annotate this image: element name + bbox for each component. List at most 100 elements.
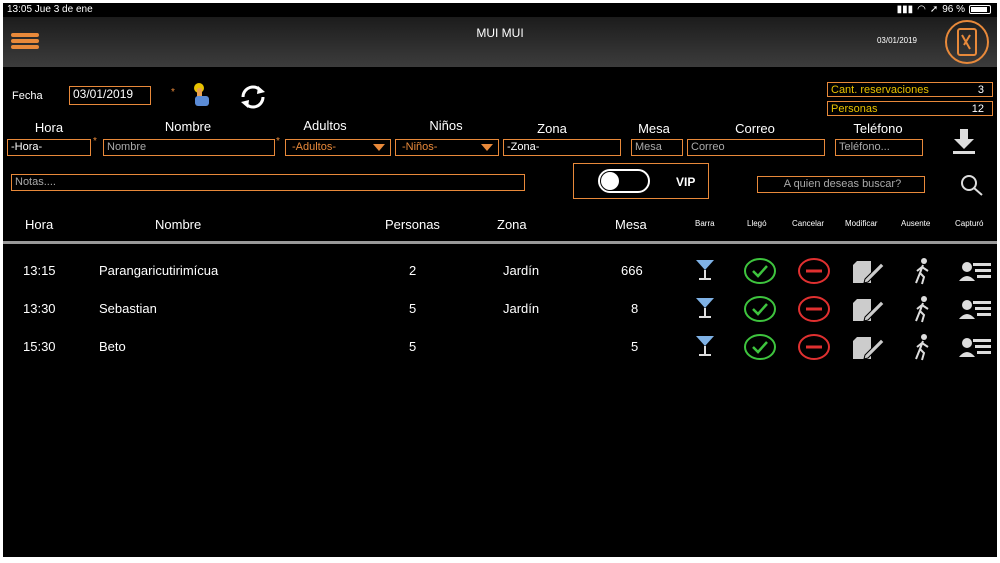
row-hora: 15:30 bbox=[23, 339, 56, 354]
cancel-icon[interactable] bbox=[797, 295, 831, 323]
walking-person-icon[interactable] bbox=[909, 257, 937, 285]
ninos-value: -Niños- bbox=[402, 141, 438, 153]
row-zona: Jardín bbox=[503, 263, 540, 278]
required-star: * bbox=[171, 87, 175, 98]
battery-percent: 96 % bbox=[942, 4, 965, 15]
vip-toggle[interactable] bbox=[598, 169, 650, 193]
th-modificar: Modificar bbox=[845, 219, 878, 228]
table-row[interactable]: 13:15 Parangaricutirimícua 2 Jardín 666 bbox=[3, 255, 997, 285]
touch-hand-icon[interactable] bbox=[191, 82, 213, 108]
th-cancelar: Cancelar bbox=[792, 219, 825, 228]
check-icon[interactable] bbox=[743, 295, 777, 323]
correo-input[interactable]: Correo bbox=[687, 139, 825, 156]
correo-label: Correo bbox=[735, 121, 775, 136]
th-mesa: Mesa bbox=[615, 217, 647, 232]
row-mesa: 5 bbox=[631, 339, 639, 354]
cancel-icon[interactable] bbox=[797, 333, 831, 361]
user-list-icon[interactable] bbox=[957, 295, 993, 323]
search-input[interactable]: A quien deseas buscar? bbox=[757, 176, 925, 193]
th-ausente: Ausente bbox=[901, 219, 931, 228]
row-mesa: 666 bbox=[621, 263, 643, 278]
refresh-icon[interactable] bbox=[237, 83, 269, 111]
row-nombre: Sebastian bbox=[99, 301, 157, 316]
app-title: MUI MUI bbox=[476, 26, 524, 40]
logo-icon[interactable] bbox=[945, 20, 989, 64]
user-list-icon[interactable] bbox=[957, 333, 993, 361]
app-header: MUI MUI 03/01/2019 bbox=[3, 17, 997, 67]
adultos-select[interactable]: -Adultos- bbox=[285, 139, 391, 156]
nombre-label: Nombre bbox=[164, 119, 212, 134]
status-bar: 13:05 Jue 3 de ene ▮▮▮ ◠ ➚ 96 % bbox=[3, 3, 997, 17]
th-barra: Barra bbox=[695, 219, 715, 228]
cocktail-icon[interactable] bbox=[695, 257, 715, 281]
th-personas: Personas bbox=[385, 217, 440, 232]
th-hora: Hora bbox=[25, 217, 54, 232]
chevron-down-icon bbox=[481, 144, 493, 151]
summary-personas: Personas 12 bbox=[827, 101, 993, 116]
user-list-icon[interactable] bbox=[957, 257, 993, 285]
chevron-down-icon bbox=[373, 144, 385, 151]
zona-label: Zona bbox=[537, 121, 567, 136]
download-icon[interactable] bbox=[951, 127, 977, 155]
row-personas: 2 bbox=[409, 263, 417, 278]
mesa-label: Mesa bbox=[638, 121, 670, 136]
zona-select[interactable]: -Zona- bbox=[503, 139, 621, 156]
cancel-icon[interactable] bbox=[797, 257, 831, 285]
vip-label: VIP bbox=[676, 175, 696, 189]
table-row[interactable]: 15:30 Beto 5 5 bbox=[3, 331, 997, 361]
walking-person-icon[interactable] bbox=[909, 333, 937, 361]
check-icon[interactable] bbox=[743, 333, 777, 361]
notas-input[interactable]: Notas.... bbox=[11, 174, 525, 191]
ninos-select[interactable]: -Niños- bbox=[395, 139, 499, 156]
reservaciones-label: Cant. reservaciones bbox=[831, 84, 929, 96]
signal-icon: ▮▮▮ bbox=[896, 4, 914, 15]
th-nombre: Nombre bbox=[155, 217, 202, 232]
cocktail-icon[interactable] bbox=[695, 333, 715, 357]
status-time: 13:05 Jue 3 de ene bbox=[7, 4, 93, 15]
hora-label: Hora bbox=[34, 120, 64, 135]
search-icon[interactable] bbox=[957, 173, 987, 197]
check-icon[interactable] bbox=[743, 257, 777, 285]
row-nombre: Beto bbox=[99, 339, 126, 354]
personas-value: 12 bbox=[971, 103, 984, 115]
location-icon: ➚ bbox=[929, 4, 939, 15]
edit-icon[interactable] bbox=[851, 257, 885, 285]
vip-toggle-box: VIP bbox=[573, 163, 709, 199]
adultos-label: Adultos bbox=[303, 118, 347, 133]
wifi-icon: ◠ bbox=[917, 4, 926, 15]
reservaciones-value: 3 bbox=[977, 84, 984, 96]
personas-label: Personas bbox=[831, 103, 878, 115]
required-star: * bbox=[276, 136, 280, 147]
th-capturo: Capturó bbox=[955, 219, 984, 228]
edit-icon[interactable] bbox=[851, 333, 885, 361]
cocktail-icon[interactable] bbox=[695, 295, 715, 319]
summary-reservaciones: Cant. reservaciones 3 bbox=[827, 82, 993, 97]
row-mesa: 8 bbox=[631, 301, 639, 316]
table-row[interactable]: 13:30 Sebastian 5 Jardín 8 bbox=[3, 293, 997, 323]
telefono-input[interactable]: Teléfono... bbox=[835, 139, 923, 156]
hora-select[interactable]: -Hora- bbox=[7, 139, 91, 156]
table-divider bbox=[3, 241, 997, 244]
mesa-input[interactable]: Mesa bbox=[631, 139, 683, 156]
required-star: * bbox=[93, 136, 97, 147]
row-personas: 5 bbox=[409, 339, 417, 354]
walking-person-icon[interactable] bbox=[909, 295, 937, 323]
fecha-label: Fecha bbox=[12, 90, 43, 102]
ninos-label: Niños bbox=[429, 118, 463, 133]
status-right: ▮▮▮ ◠ ➚ 96 % bbox=[897, 4, 991, 15]
edit-icon[interactable] bbox=[851, 295, 885, 323]
toggle-knob bbox=[601, 172, 619, 190]
th-zona: Zona bbox=[497, 217, 527, 232]
telefono-label: Teléfono bbox=[853, 121, 903, 136]
row-hora: 13:30 bbox=[23, 301, 56, 316]
fecha-input[interactable]: 03/01/2019 bbox=[69, 86, 151, 105]
app-screen: 13:05 Jue 3 de ene ▮▮▮ ◠ ➚ 96 % MUI MUI … bbox=[3, 3, 997, 557]
adultos-value: -Adultos- bbox=[292, 141, 337, 153]
th-llego: Llegó bbox=[747, 219, 767, 228]
nombre-input[interactable]: Nombre bbox=[103, 139, 275, 156]
row-zona: Jardín bbox=[503, 301, 540, 316]
row-hora: 13:15 bbox=[23, 263, 56, 278]
battery-icon bbox=[969, 5, 991, 14]
row-nombre: Parangaricutirimícua bbox=[99, 263, 219, 278]
row-personas: 5 bbox=[409, 301, 417, 316]
